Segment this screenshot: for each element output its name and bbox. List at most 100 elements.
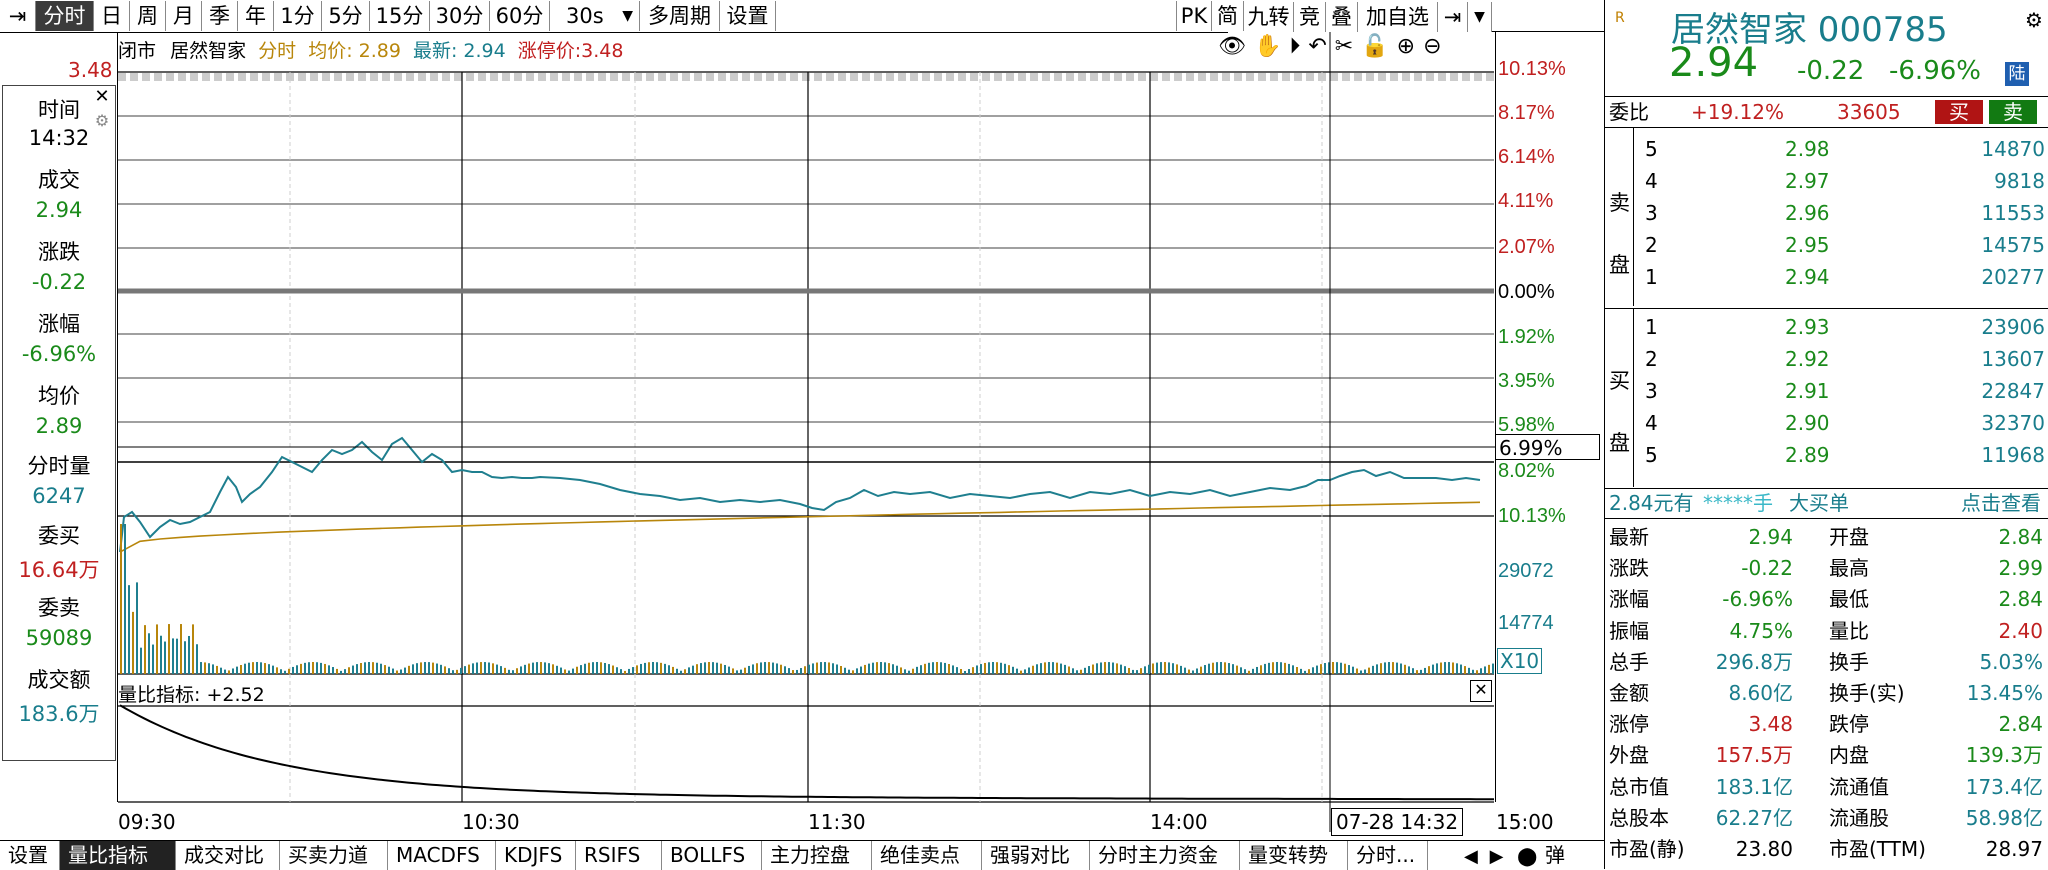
- sell-button[interactable]: 卖: [1989, 100, 2037, 124]
- bottom-tab[interactable]: RSIFS: [576, 841, 662, 870]
- bottom-tab[interactable]: 设置: [0, 841, 60, 870]
- volume-bar: [1228, 663, 1230, 674]
- volume-bar: [768, 662, 770, 674]
- volume-bar: [612, 665, 614, 674]
- bottom-tab[interactable]: 分时...: [1348, 841, 1428, 870]
- volume-bar: [856, 668, 858, 674]
- popup-toggle[interactable]: 弹: [1545, 843, 1565, 867]
- stat-value: 8.60亿: [1728, 681, 1793, 705]
- stat-label: 流通值: [1829, 774, 1889, 799]
- volume-bar: [1340, 662, 1342, 674]
- ask-row[interactable]: 3 2.96 11553: [1605, 198, 2048, 228]
- tab-30min[interactable]: 30分: [430, 1, 490, 31]
- ask-volume: 11553: [1981, 201, 2045, 225]
- stat-row: 振幅 4.75% 量比 2.40: [1605, 616, 2048, 646]
- stat-label: 总手: [1609, 649, 1649, 674]
- stat-label: 总市值: [1609, 774, 1669, 799]
- volume-bar: [176, 638, 178, 674]
- tab-year[interactable]: 年: [238, 1, 274, 31]
- volume-bar: [1012, 666, 1014, 674]
- volume-bar: [232, 668, 234, 674]
- volume-bar: [756, 663, 758, 674]
- chevron-right-icon[interactable]: ▶: [1490, 846, 1504, 867]
- volume-bar: [1184, 667, 1186, 674]
- volume-bar: [1316, 665, 1318, 674]
- volume-bar: [1104, 662, 1106, 674]
- ask-row[interactable]: 2 2.95 14575: [1605, 230, 2048, 260]
- bottom-tab[interactable]: 绝佳卖点: [872, 841, 982, 870]
- volume-bar: [664, 663, 666, 674]
- volume-bar: [344, 669, 346, 674]
- pk-button[interactable]: PK: [1176, 1, 1212, 31]
- volume-bar: [224, 669, 226, 674]
- multi-period-button[interactable]: 多周期: [640, 1, 720, 31]
- toggle-dot-icon[interactable]: ⬤: [1517, 846, 1537, 867]
- tab-30s-dropdown[interactable]: 30s ▼: [550, 1, 640, 31]
- buy-button[interactable]: 买: [1935, 100, 1983, 124]
- bottom-tab[interactable]: KDJFS: [496, 841, 576, 870]
- volume-bar: [1232, 664, 1234, 674]
- bid-price: 2.93: [1785, 315, 1830, 339]
- chevron-left-icon[interactable]: ◀: [1464, 846, 1478, 867]
- collapse-panel-icon[interactable]: ⇥: [1438, 2, 1468, 32]
- nine-turn-button[interactable]: 九转: [1244, 2, 1294, 32]
- add-watchlist-button[interactable]: 加自选: [1358, 2, 1438, 32]
- bid-row[interactable]: 3 2.91 22847: [1605, 376, 2048, 406]
- bottom-tab[interactable]: 分时主力资金: [1090, 841, 1240, 870]
- stat-row: 外盘 157.5万 内盘 139.3万: [1605, 740, 2048, 770]
- tab-quarter[interactable]: 季: [202, 1, 238, 31]
- close-icon[interactable]: ✕: [1470, 680, 1492, 702]
- bid-row[interactable]: 4 2.90 32370: [1605, 408, 2048, 438]
- volume-bar: [576, 666, 578, 674]
- volume-bar: [1308, 669, 1310, 674]
- volume-bar: [256, 662, 258, 674]
- volume-bar: [1484, 666, 1486, 674]
- axis-label: 1.92%: [1498, 326, 1555, 348]
- bottom-tab[interactable]: BOLLFS: [662, 841, 762, 870]
- bid-row[interactable]: 2 2.92 13607: [1605, 344, 2048, 374]
- ratio-label: 委比: [1609, 100, 1649, 124]
- tab-month[interactable]: 月: [166, 1, 202, 31]
- tab-day[interactable]: 日: [94, 1, 130, 31]
- stat-label: 市盈(TTM): [1829, 837, 1926, 861]
- tab-5min[interactable]: 5分: [322, 1, 370, 31]
- bottom-tab[interactable]: 成交对比: [176, 841, 280, 870]
- tab-60min[interactable]: 60分: [490, 1, 550, 31]
- bottom-tab[interactable]: 量比指标: [60, 841, 176, 870]
- volume-bar: [924, 663, 926, 674]
- overlay-button[interactable]: 叠: [1326, 2, 1358, 32]
- ask-level: 1: [1645, 265, 1658, 289]
- ask-row[interactable]: 4 2.97 9818: [1605, 166, 2048, 196]
- volume-bar: [960, 668, 962, 674]
- bottom-tab[interactable]: 主力控盘: [762, 841, 872, 870]
- volume-bar: [564, 669, 566, 674]
- volume-bar: [520, 666, 522, 674]
- gear-icon[interactable]: ⚙: [2025, 8, 2043, 32]
- auction-button[interactable]: 竞: [1294, 2, 1326, 32]
- volume-bar: [416, 663, 418, 674]
- exit-arrow-icon[interactable]: ⇥: [0, 1, 36, 31]
- bottom-tab[interactable]: 买卖力道: [280, 841, 388, 870]
- volume-bar: [1344, 663, 1346, 674]
- tab-week[interactable]: 周: [130, 1, 166, 31]
- settings-button[interactable]: 设置: [720, 1, 776, 31]
- intraday-chart: 闭市 居然智家 分时 均价: 2.89 最新: 2.94 涨停价:3.48 3.…: [0, 32, 1600, 836]
- time-label: 11:30: [808, 810, 866, 834]
- tab-1min[interactable]: 1分: [274, 1, 322, 31]
- bottom-tab[interactable]: 强弱对比: [982, 841, 1090, 870]
- tab-intraday[interactable]: 分时: [36, 1, 94, 31]
- bottom-tab[interactable]: MACDFS: [388, 841, 496, 870]
- bid-row[interactable]: 1 2.93 23906: [1605, 312, 2048, 342]
- ask-row[interactable]: 5 2.98 14870: [1605, 134, 2048, 164]
- bottom-tab[interactable]: 量变转势: [1240, 841, 1348, 870]
- volume-bar: [1280, 662, 1282, 674]
- ask-row[interactable]: 1 2.94 20277: [1605, 262, 2048, 292]
- volume-bar: [548, 663, 550, 674]
- volume-bar: [916, 666, 918, 674]
- bid-row[interactable]: 5 2.89 11968: [1605, 440, 2048, 470]
- chevron-down-icon[interactable]: ▼: [1468, 2, 1492, 32]
- tab-15min[interactable]: 15分: [370, 1, 430, 31]
- big-order-view-link[interactable]: 点击查看: [1961, 488, 2041, 518]
- simple-button[interactable]: 简: [1212, 1, 1244, 31]
- volume-bar: [1448, 662, 1450, 674]
